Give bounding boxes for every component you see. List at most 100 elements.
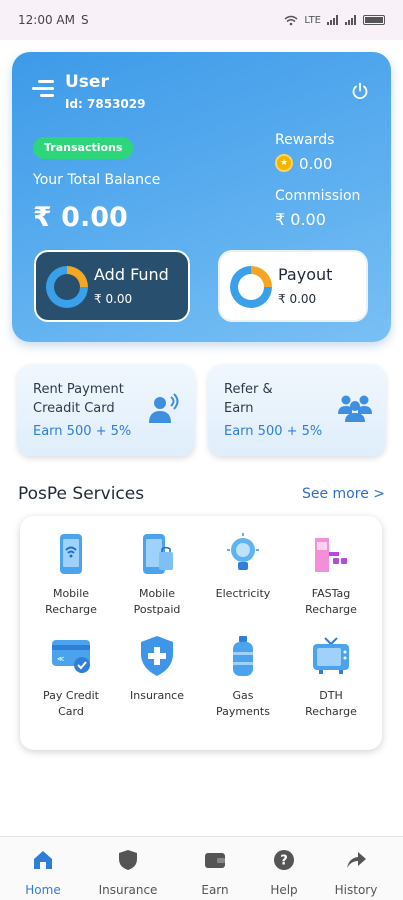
fastag-icon bbox=[315, 538, 347, 572]
promo-title-line1: Refer & bbox=[224, 382, 273, 397]
status-time: 12:00 AM bbox=[18, 13, 75, 27]
total-balance-value: ₹ 0.00 bbox=[33, 202, 128, 233]
status-bar: 12:00 AM S LTE bbox=[0, 0, 403, 40]
service-label: Electricity bbox=[200, 586, 286, 602]
service-label-line1: Electricity bbox=[215, 587, 271, 600]
menu-icon[interactable] bbox=[32, 80, 54, 98]
service-label-line2: Card bbox=[58, 705, 84, 718]
promo-title: Rent Payment Creadit Card bbox=[33, 380, 124, 418]
service-mobile-recharge[interactable]: Mobile Recharge bbox=[28, 532, 114, 618]
total-balance-label: Your Total Balance bbox=[33, 172, 161, 188]
network-label: LTE bbox=[304, 14, 321, 26]
share-arrow-icon bbox=[347, 852, 366, 868]
nav-label: History bbox=[334, 883, 378, 897]
wallet-card: User Id: 7853029 Transactions Your Total… bbox=[12, 52, 391, 342]
transactions-button[interactable]: Transactions bbox=[33, 137, 134, 159]
add-fund-label: Add Fund bbox=[94, 265, 169, 284]
service-label-line2: Recharge bbox=[45, 603, 97, 616]
nav-label: Help bbox=[270, 883, 298, 897]
rewards-value: 0.00 bbox=[299, 155, 333, 173]
gas-cylinder-icon bbox=[233, 636, 253, 676]
add-fund-value: ₹ 0.00 bbox=[94, 292, 133, 306]
service-gas-payments[interactable]: Gas Payments bbox=[200, 634, 286, 720]
service-label: Gas Payments bbox=[200, 688, 286, 720]
svg-text:?: ? bbox=[280, 854, 288, 869]
service-label-line1: Mobile bbox=[52, 587, 90, 600]
service-label-line1: DTH bbox=[319, 689, 343, 702]
nav-label: Earn bbox=[201, 883, 229, 897]
sim-icon: S bbox=[80, 13, 89, 27]
nav-home[interactable]: Home bbox=[3, 849, 83, 897]
commission-value: ₹ 0.00 bbox=[275, 210, 326, 229]
promo-title-line1: Rent Payment bbox=[33, 382, 124, 397]
power-icon[interactable] bbox=[351, 82, 369, 100]
wallet-icon bbox=[205, 853, 225, 868]
signal-icon bbox=[327, 15, 338, 25]
nav-label: Home bbox=[25, 883, 61, 897]
nav-label: Insurance bbox=[98, 883, 158, 897]
service-label-line2: Payments bbox=[216, 705, 270, 718]
promo-title: Refer & Earn bbox=[224, 380, 273, 418]
service-fastag[interactable]: FASTag Recharge bbox=[288, 532, 374, 618]
refer-earn-card[interactable]: Refer & Earn Earn 500 + 5% bbox=[208, 364, 386, 456]
help-icon: ? bbox=[274, 850, 294, 870]
promo-title-line2: Earn bbox=[224, 401, 254, 416]
services-grid: Mobile Recharge Mobile Postpaid Electricit… bbox=[20, 516, 382, 750]
promo-earn: Earn 500 + 5% bbox=[33, 424, 132, 439]
bottom-nav: Home Insurance Earn ? Help History bbox=[0, 836, 403, 900]
commission-label: Commission bbox=[275, 188, 361, 204]
status-icons: LTE bbox=[284, 15, 385, 26]
service-label: Mobile Recharge bbox=[28, 586, 114, 618]
shield-icon bbox=[119, 850, 137, 870]
service-label-line2: Recharge bbox=[305, 603, 357, 616]
service-mobile-postpaid[interactable]: Mobile Postpaid bbox=[114, 532, 200, 618]
battery-icon bbox=[363, 15, 385, 25]
credit-card-icon: ≪ bbox=[52, 640, 90, 673]
nav-help[interactable]: ? Help bbox=[244, 849, 324, 897]
group-icon bbox=[338, 395, 372, 422]
tv-icon bbox=[313, 637, 349, 674]
signal-icon-2 bbox=[345, 15, 356, 25]
rent-payment-card[interactable]: Rent Payment Creadit Card Earn 500 + 5% bbox=[17, 364, 195, 456]
service-label: Pay Credit Card bbox=[28, 688, 114, 720]
service-electricity[interactable]: Electricity bbox=[200, 532, 286, 602]
bulb-icon bbox=[227, 533, 259, 570]
nav-history[interactable]: History bbox=[316, 849, 396, 897]
service-label-line1: FASTag bbox=[311, 587, 351, 600]
home-icon bbox=[34, 851, 52, 869]
mobile-postpaid-icon bbox=[143, 534, 173, 574]
add-fund-button[interactable]: Add Fund ₹ 0.00 bbox=[34, 250, 190, 322]
user-name: User bbox=[65, 72, 109, 92]
service-label: FASTag Recharge bbox=[288, 586, 374, 618]
coin-icon: ★ bbox=[275, 154, 293, 172]
service-pay-credit-card[interactable]: ≪ Pay Credit Card bbox=[28, 634, 114, 720]
payout-value: ₹ 0.00 bbox=[278, 292, 317, 306]
service-insurance[interactable]: Insurance bbox=[114, 634, 200, 704]
service-label: Insurance bbox=[114, 688, 200, 704]
service-label-line2: Postpaid bbox=[133, 603, 181, 616]
svg-text:≪: ≪ bbox=[57, 655, 64, 663]
person-broadcast-icon bbox=[149, 393, 179, 423]
user-id: Id: 7853029 bbox=[65, 97, 146, 111]
service-label-line1: Gas bbox=[232, 689, 254, 702]
service-label: DTH Recharge bbox=[288, 688, 374, 720]
nav-earn[interactable]: Earn bbox=[175, 849, 255, 897]
shield-plus-icon bbox=[141, 636, 173, 676]
wifi-icon bbox=[284, 15, 298, 25]
services-title: PosPe Services bbox=[18, 484, 145, 504]
service-label-line2: Recharge bbox=[305, 705, 357, 718]
promo-title-line2: Creadit Card bbox=[33, 401, 115, 416]
donut-icon bbox=[46, 266, 88, 308]
service-label-line1: Pay Credit bbox=[43, 689, 99, 702]
donut-icon bbox=[230, 266, 272, 308]
promo-earn: Earn 500 + 5% bbox=[224, 424, 323, 439]
service-label-line1: Insurance bbox=[130, 689, 184, 702]
see-more-link[interactable]: See more > bbox=[302, 486, 385, 502]
service-label-line1: Mobile bbox=[138, 587, 176, 600]
service-dth-recharge[interactable]: DTH Recharge bbox=[288, 634, 374, 720]
payout-button[interactable]: Payout ₹ 0.00 bbox=[218, 250, 368, 322]
nav-insurance[interactable]: Insurance bbox=[88, 849, 168, 897]
rewards-label: Rewards bbox=[275, 132, 335, 148]
service-label: Mobile Postpaid bbox=[114, 586, 200, 618]
mobile-recharge-icon bbox=[60, 534, 82, 574]
